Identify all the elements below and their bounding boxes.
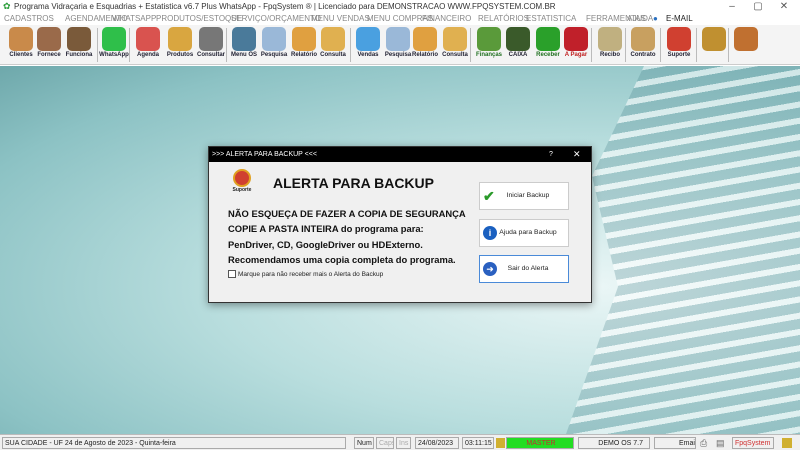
toolbar-button-whatsapp[interactable]: WhatsApp [99,26,129,63]
finance-icon [477,27,501,51]
menu-ajuda[interactable]: AJUDA [627,13,653,25]
status-num: Num [354,437,374,449]
toolbar-button-funciona[interactable]: Funciona [64,26,94,63]
maximize-button[interactable]: ▢ [748,0,768,13]
folder-icon [321,27,345,51]
start-backup-button[interactable]: ✔ Iniciar Backup [479,182,569,210]
cashbook-icon [506,27,530,51]
exit-small-icon[interactable] [782,438,792,448]
email-button[interactable]: Email [654,437,696,449]
backup-message: NÃO ESQUEÇA DE FAZER A COPIA DE SEGURANÇ… [228,206,466,267]
coins-icon [702,27,726,51]
report-icon [292,27,316,51]
calculator-icon[interactable]: ▤ [716,438,725,449]
boxes-icon [168,27,192,51]
supplier-icon [37,27,61,51]
whatsapp-icon [102,27,126,51]
menu-relatorios[interactable]: RELATÓRIOS [478,13,529,25]
search-doc-icon [386,27,410,51]
dialog-title: >>> ALERTA PARA BACKUP <<< [212,151,317,158]
toolbar-button-contrato[interactable]: Contrato [628,26,658,63]
dialog-heading: ALERTA PARA BACKUP [273,175,434,191]
status-date: 24/08/2023 [415,437,459,449]
support-icon: Suporte [229,169,255,199]
printer-icon[interactable]: ⎙ [700,438,707,449]
dialog-close-button[interactable]: ✕ [573,147,581,162]
dollar-red-icon [564,27,588,51]
backup-alert-dialog: >>> ALERTA PARA BACKUP <<< ? ✕ Suporte A… [208,146,592,303]
status-version: DEMO OS 7.7 [578,437,650,449]
employee-icon [67,27,91,51]
monitor-icon [356,27,380,51]
status-caps: Caps [376,437,394,449]
exit-alert-button[interactable]: ➜ Sair do Alerta [479,255,569,283]
app-logo-icon: ✿ [3,1,11,11]
message-line: PenDriver, CD, GoogleDriver ou HDExterno… [228,238,423,250]
dollar-green-icon [536,27,560,51]
clipboard-icon [232,27,256,51]
receipt-icon [598,27,622,51]
minimize-button[interactable]: – [722,0,742,13]
search-doc-icon [262,27,286,51]
calendar-icon [136,27,160,51]
message-line: NÃO ESQUEÇA DE FAZER A COPIA DE SEGURANÇ… [228,208,466,219]
menu-estatistica[interactable]: ESTATISTICA [526,13,576,25]
title-bar: ✿ Programa Vidraçaria e Esquadrias + Est… [0,0,800,13]
menu-financeiro[interactable]: FINANCEIRO [422,13,471,25]
dialog-title-bar: >>> ALERTA PARA BACKUP <<< ? ✕ [209,147,591,162]
status-ins: Ins [396,437,411,449]
exit-icon [734,27,758,51]
barcode-icon [199,27,223,51]
menu-whatsapp[interactable]: WHATSAPP [112,13,156,25]
status-user: MASTER [506,437,574,449]
report-icon [413,27,437,51]
toolbar-button-consulta[interactable]: Consulta [440,26,470,63]
status-bar: SUA CIDADE - UF 24 de Agosto de 2023 - Q… [0,434,800,450]
toolbar-button-consultar[interactable]: Consultar [196,26,226,63]
toolbar-button-a-pagar[interactable]: A Pagar [561,26,591,63]
close-button[interactable]: ✕ [774,0,794,13]
toolbar-button-exit[interactable] [731,26,761,63]
scroll-icon [631,27,655,51]
message-line: Recomendamos uma copia completa do progr… [228,253,456,265]
status-time: 03:11:15 [462,437,494,449]
menu-produtos[interactable]: PRODUTOS/ESTOQUE [156,13,242,25]
status-brand: FpqSystem [732,437,774,449]
help-button[interactable]: ? [549,147,553,162]
menu-bar: CADASTROS AGENDAMENTO WHATSAPP PRODUTOS/… [0,13,800,25]
status-city-date: SUA CIDADE - UF 24 de Agosto de 2023 - Q… [2,437,346,449]
message-line: COPIE A PASTA INTEIRA do programa para: [228,223,424,235]
toolbar-button-coins[interactable] [699,26,729,63]
user-icon [496,438,505,448]
backup-help-button[interactable]: i Ajuda para Backup [479,219,569,247]
menu-servico[interactable]: SERVIÇO/ORÇAMENTO [231,13,321,25]
toolbar-button-suporte[interactable]: Suporte [664,26,694,63]
toolbar: Clientes Fornece Funciona WhatsApp Agenda Pro… [0,25,800,65]
toolbar-button-recibo[interactable]: Recibo [595,26,625,63]
support-icon [667,27,691,51]
toolbar-button-consulta[interactable]: Consulta [318,26,348,63]
window-title: Programa Vidraçaria e Esquadrias + Estat… [14,2,556,11]
checkbox-label: Marque para não receber mais o Alerta do… [238,270,384,278]
disable-alert-checkbox[interactable]: Marque para não receber mais o Alerta do… [228,270,383,278]
checkbox-box[interactable] [228,270,236,278]
menu-email[interactable]: E-MAIL [666,13,693,25]
folder-icon [443,27,467,51]
menu-cadastros[interactable]: CADASTROS [4,13,54,25]
toolbar-label: Suporte [667,52,691,58]
menu-vendas[interactable]: MENU VENDAS [311,13,370,25]
globe-icon: ● [653,14,658,23]
clients-icon [9,27,33,51]
